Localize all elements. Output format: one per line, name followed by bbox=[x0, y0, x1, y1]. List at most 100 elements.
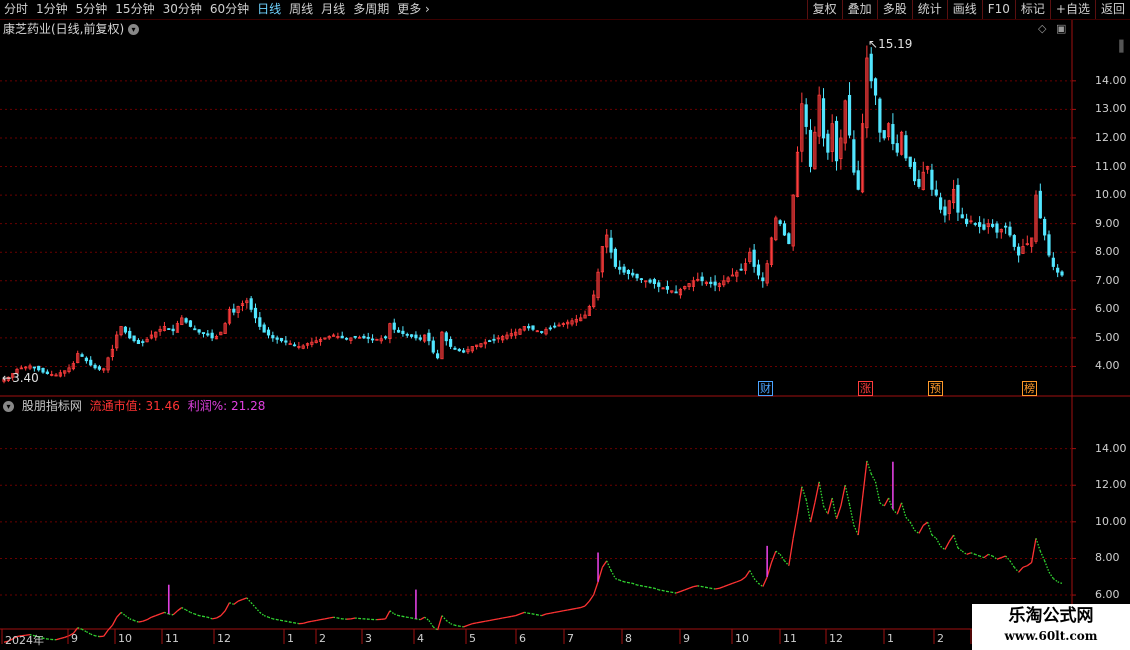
candle-body bbox=[1056, 267, 1060, 273]
candle-body bbox=[41, 367, 45, 373]
candle-body bbox=[444, 332, 448, 342]
x-tick: 2024年 bbox=[5, 634, 44, 647]
high-price-label: ↖15.19 bbox=[868, 37, 913, 51]
x-tick: 10 bbox=[118, 632, 132, 645]
indicator-segment bbox=[861, 460, 868, 499]
indicator-segment bbox=[398, 614, 404, 618]
indicator-segment bbox=[606, 560, 612, 571]
chevron-down-icon[interactable]: ▾ bbox=[3, 401, 14, 412]
candle-body bbox=[878, 98, 882, 133]
indicator-segment bbox=[337, 617, 343, 620]
indicator-segment bbox=[116, 611, 122, 618]
indicator-segment bbox=[441, 615, 447, 621]
candle-body bbox=[869, 53, 873, 82]
candle-body bbox=[852, 139, 856, 173]
candle-body bbox=[639, 278, 644, 281]
candle-body bbox=[184, 318, 188, 323]
indicator-segment bbox=[246, 597, 252, 604]
x-tick: 8 bbox=[625, 632, 632, 645]
indicator-segment bbox=[576, 606, 581, 610]
candle-body bbox=[427, 332, 431, 342]
candle-body bbox=[132, 335, 136, 342]
indicator-segment bbox=[541, 613, 547, 617]
indicator-segment bbox=[493, 618, 499, 621]
indicator-segment bbox=[922, 521, 928, 526]
indicator-segment bbox=[550, 611, 555, 614]
indicator-y-tick: 10.00 bbox=[1095, 514, 1127, 528]
indicator-segment bbox=[775, 550, 781, 555]
indicator-segment bbox=[723, 584, 729, 588]
candle-body bbox=[808, 129, 813, 167]
candle-body bbox=[167, 328, 171, 330]
indicator-segment bbox=[311, 619, 317, 622]
indicator-segment bbox=[710, 587, 716, 590]
candle-body bbox=[626, 269, 630, 275]
x-tick: 12 bbox=[217, 632, 231, 645]
indicator-segment bbox=[415, 618, 421, 621]
indicator-segment bbox=[680, 589, 685, 593]
indicator-segment bbox=[975, 553, 980, 557]
indicator-segment bbox=[1018, 566, 1024, 573]
indicator-segment bbox=[220, 610, 226, 617]
candle-body bbox=[648, 279, 652, 283]
indicator-segment bbox=[125, 615, 131, 620]
indicator-segment bbox=[454, 624, 460, 627]
candle-body bbox=[778, 220, 782, 225]
indicator-segment bbox=[81, 628, 87, 633]
candle-body bbox=[787, 233, 791, 245]
indicator-segment bbox=[515, 613, 521, 617]
candle-body bbox=[488, 340, 492, 343]
indicator-segment bbox=[879, 502, 885, 507]
indicator-segment bbox=[788, 538, 794, 566]
candle-body bbox=[631, 272, 635, 276]
candle-body bbox=[665, 286, 670, 290]
indicator-segment bbox=[658, 589, 664, 592]
indicator-segment bbox=[463, 624, 469, 628]
candle-body bbox=[123, 326, 128, 333]
main-y-tick: 11.00 bbox=[1095, 159, 1127, 173]
indicator-header: ▾ 股朋指标网 流通市值: 31.46 利润%: 21.28 bbox=[3, 399, 269, 413]
event-marker-3[interactable]: 榜 bbox=[1022, 381, 1037, 396]
candle-body bbox=[821, 98, 826, 139]
main-y-tick: 4.00 bbox=[1095, 359, 1120, 373]
event-marker-1[interactable]: 涨 bbox=[858, 381, 873, 396]
candle-body bbox=[982, 224, 986, 230]
candle-body bbox=[891, 124, 895, 145]
candle-body bbox=[271, 335, 275, 339]
candle-body bbox=[856, 170, 860, 190]
event-marker-0[interactable]: 财 bbox=[758, 381, 773, 396]
indicator-segment bbox=[138, 620, 143, 623]
indicator-segment bbox=[714, 587, 720, 590]
indicator-segment bbox=[303, 621, 308, 624]
candle-body bbox=[1038, 190, 1042, 219]
indicator-segment bbox=[55, 637, 61, 641]
indicator-segment bbox=[389, 610, 395, 615]
indicator-segment bbox=[1026, 561, 1033, 567]
indicator-segment bbox=[615, 577, 620, 581]
indicator-segment bbox=[424, 616, 430, 621]
indicator-segment bbox=[333, 616, 338, 619]
indicator-segment bbox=[554, 610, 560, 614]
indicator-segment bbox=[983, 553, 989, 559]
x-tick: 6 bbox=[519, 632, 526, 645]
indicator-segment bbox=[402, 615, 408, 618]
right-side-tab-strip[interactable]: ▐ bbox=[1115, 40, 1123, 53]
indicator-segment bbox=[914, 529, 920, 534]
main-y-tick: 12.00 bbox=[1095, 130, 1127, 144]
indicator-segment bbox=[667, 590, 672, 593]
x-tick: 5 bbox=[469, 632, 476, 645]
x-tick: 2 bbox=[319, 632, 326, 645]
indicator-segment bbox=[489, 619, 495, 622]
candle-body bbox=[188, 320, 193, 327]
event-marker-2[interactable]: 预 bbox=[928, 381, 943, 396]
indicator-segment bbox=[329, 616, 334, 619]
indicator-segment bbox=[1022, 565, 1028, 568]
kline-chart[interactable] bbox=[0, 0, 1130, 650]
candle-body bbox=[960, 214, 964, 219]
indicator-segment bbox=[263, 615, 269, 618]
indicator-segment bbox=[753, 578, 759, 584]
indicator-segment bbox=[636, 584, 642, 587]
indicator-segment bbox=[185, 609, 191, 613]
indicator-segment bbox=[784, 560, 790, 567]
candle-body bbox=[396, 329, 401, 333]
